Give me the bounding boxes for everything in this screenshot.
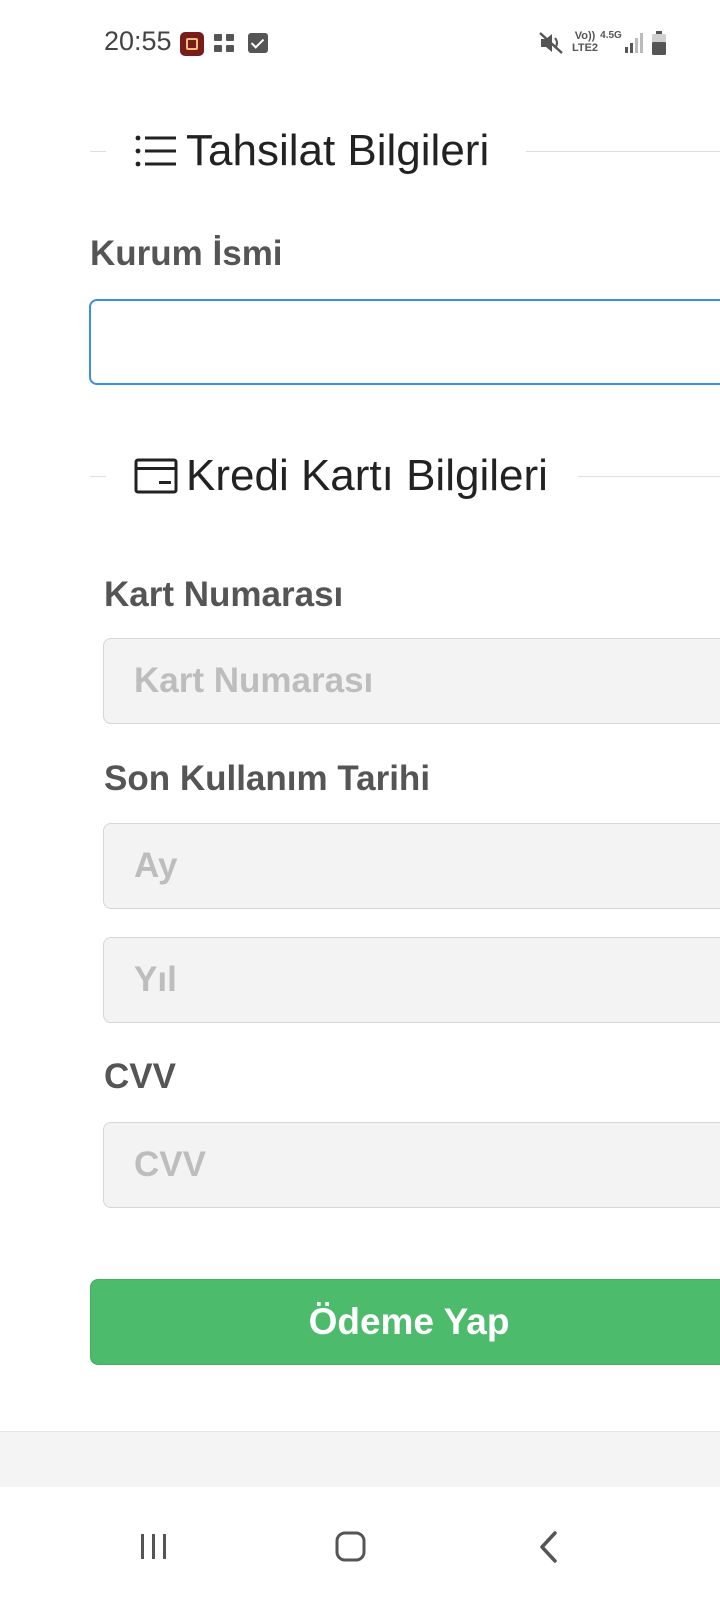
back-icon[interactable] — [507, 1507, 587, 1587]
grid-notification-icon — [214, 34, 236, 54]
card-number-label: Kart Numarası — [104, 575, 344, 614]
divider-right — [526, 151, 720, 152]
recent-apps-icon[interactable] — [113, 1507, 193, 1587]
list-icon — [135, 135, 176, 167]
cvv-input[interactable] — [103, 1122, 720, 1208]
billing-section-header: Tahsilat Bilgileri — [90, 121, 720, 181]
page-footer-strip — [0, 1431, 720, 1488]
divider-left — [90, 476, 106, 477]
card-number-input[interactable] — [103, 638, 720, 724]
institution-label: Kurum İsmi — [90, 234, 283, 273]
volte-label: Vo)) LTE2 — [571, 30, 599, 54]
billing-section-title: Tahsilat Bilgileri — [186, 126, 490, 175]
battery-icon — [652, 31, 666, 55]
navigation-bar — [0, 1487, 720, 1600]
home-icon[interactable] — [310, 1507, 390, 1587]
screen: 20:55 Vo)) LTE2 4.5G Tahsilat Bilgileri … — [0, 0, 720, 1600]
checkbox-notification-icon — [248, 33, 268, 53]
divider-right — [578, 476, 720, 477]
mute-icon — [539, 32, 563, 54]
expiry-month-input[interactable] — [103, 823, 720, 909]
divider-left — [90, 151, 106, 152]
signal-icon — [625, 33, 643, 53]
app-notification-icon — [180, 32, 204, 56]
cvv-label: CVV — [104, 1057, 176, 1096]
card-section-header: Kredi Kartı Bilgileri — [90, 446, 720, 506]
card-section-title: Kredi Kartı Bilgileri — [186, 451, 548, 500]
institution-name-input[interactable] — [89, 299, 720, 385]
expiry-year-input[interactable] — [103, 937, 720, 1023]
network-type-label: 4.5G — [600, 30, 622, 41]
credit-card-icon — [134, 458, 178, 494]
expiry-label: Son Kullanım Tarihi — [104, 759, 431, 798]
pay-button[interactable]: Ödeme Yap — [90, 1279, 720, 1365]
status-time: 20:55 — [104, 26, 172, 56]
status-bar: 20:55 Vo)) LTE2 4.5G — [0, 0, 720, 90]
